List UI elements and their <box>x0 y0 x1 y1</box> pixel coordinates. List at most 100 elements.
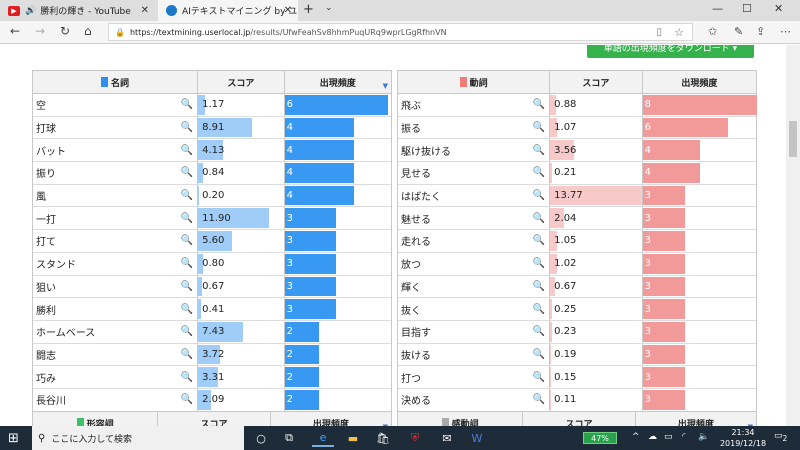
scrollbar-thumb[interactable] <box>789 121 797 157</box>
magnifier-icon[interactable]: 🔍 <box>533 304 545 315</box>
back-icon[interactable]: ← <box>10 24 20 38</box>
magnifier-icon[interactable]: 🔍 <box>181 304 193 315</box>
magnifier-icon[interactable]: 🔍 <box>181 281 193 292</box>
word-cell[interactable]: 目指す 🔍 <box>398 320 551 343</box>
clock[interactable]: 21:34 2019/12/18 <box>718 427 768 449</box>
word-cell[interactable]: 飛ぶ 🔍 <box>398 94 551 116</box>
magnifier-icon[interactable]: 🔍 <box>533 235 545 246</box>
battery-indicator[interactable]: 47% <box>583 432 617 444</box>
magnifier-icon[interactable]: 🔍 <box>533 145 545 156</box>
magnifier-icon[interactable]: 🔍 <box>181 122 193 133</box>
favorite-star-icon[interactable]: ☆ <box>674 26 684 39</box>
mail-icon[interactable]: ✉ <box>436 429 458 447</box>
word-cell[interactable]: 放つ 🔍 <box>398 252 551 275</box>
magnifier-icon[interactable]: 🔍 <box>533 326 545 337</box>
word-cell[interactable]: 打つ 🔍 <box>398 366 551 388</box>
tray-chevron-icon[interactable]: ^ <box>632 432 640 442</box>
magnifier-icon[interactable]: 🔍 <box>533 349 545 360</box>
reading-view-icon[interactable]: ▯ <box>656 27 662 38</box>
magnifier-icon[interactable]: 🔍 <box>533 394 545 405</box>
word-cell[interactable]: 長谷川 🔍 <box>33 388 199 411</box>
network-icon[interactable]: ▭ <box>664 432 673 442</box>
magnifier-icon[interactable]: 🔍 <box>533 258 545 269</box>
score-header[interactable]: スコア <box>198 71 285 93</box>
magnifier-icon[interactable]: 🔍 <box>181 372 193 383</box>
word-cell[interactable]: 風 🔍 <box>33 184 199 207</box>
edge-browser-icon[interactable]: e <box>312 429 334 447</box>
close-window-icon[interactable]: ✕ <box>774 2 783 15</box>
security-shield-icon[interactable]: ⛨ <box>404 429 426 447</box>
magnifier-icon[interactable]: 🔍 <box>181 326 193 337</box>
word-cell[interactable]: 輝く 🔍 <box>398 275 551 298</box>
more-icon[interactable]: ⋯ <box>780 25 791 38</box>
word-cell[interactable]: はばたく 🔍 <box>398 184 551 207</box>
windows-start-icon[interactable]: ⊞ <box>8 431 19 446</box>
magnifier-icon[interactable]: 🔍 <box>181 235 193 246</box>
magnifier-icon[interactable]: 🔍 <box>533 213 545 224</box>
freq-header[interactable]: 出現頻度▼ <box>285 71 391 93</box>
task-view-icon[interactable]: ⧉ <box>278 429 300 447</box>
new-tab-button[interactable]: + <box>303 2 314 17</box>
notification-icon[interactable]: ▭2 <box>774 431 787 443</box>
word-cell[interactable]: 闘志 🔍 <box>33 343 199 366</box>
word-cell[interactable]: 一打 🔍 <box>33 207 199 230</box>
magnifier-icon[interactable]: 🔍 <box>533 99 545 110</box>
magnifier-icon[interactable]: 🔍 <box>533 122 545 133</box>
magnifier-icon[interactable]: 🔍 <box>181 349 193 360</box>
magnifier-icon[interactable]: 🔍 <box>181 258 193 269</box>
notes-icon[interactable]: ✎ <box>734 25 743 38</box>
score-header[interactable]: スコア <box>158 412 271 426</box>
word-cell[interactable]: スタンド 🔍 <box>33 252 199 275</box>
word-cell[interactable]: 走れる 🔍 <box>398 230 551 252</box>
word-cell[interactable]: 巧み 🔍 <box>33 366 199 388</box>
refresh-icon[interactable]: ↻ <box>60 24 70 38</box>
cloud-icon[interactable]: ☁ <box>648 432 657 442</box>
tab-youtube[interactable]: ▶ 🔊 勝利の輝き - YouTube ✕ <box>0 0 155 21</box>
home-icon[interactable]: ⌂ <box>84 24 92 38</box>
word-cell[interactable]: 狙い 🔍 <box>33 275 199 298</box>
word-cell[interactable]: 勝利 🔍 <box>33 298 199 320</box>
word-cell[interactable]: 振る 🔍 <box>398 116 551 139</box>
word-cell[interactable]: ホームベース 🔍 <box>33 320 199 343</box>
magnifier-icon[interactable]: 🔍 <box>533 372 545 383</box>
volume-icon[interactable]: 🔈 <box>698 432 709 442</box>
file-explorer-icon[interactable]: ▬ <box>342 429 364 447</box>
share-icon[interactable]: ⇪ <box>756 25 765 38</box>
magnifier-icon[interactable]: 🔍 <box>181 145 193 156</box>
word-cell[interactable]: 抜く 🔍 <box>398 298 551 320</box>
word-cell[interactable]: 見せる 🔍 <box>398 162 551 184</box>
word-cell[interactable]: 抜ける 🔍 <box>398 343 551 366</box>
word-cell[interactable]: バット 🔍 <box>33 139 199 162</box>
wifi-icon[interactable]: ◜ <box>682 432 686 442</box>
taskbar-search[interactable]: ⚲ ここに入力して検索 <box>32 426 244 450</box>
store-icon[interactable]: 🛍 <box>372 429 394 447</box>
word-cell[interactable]: 魅せる 🔍 <box>398 207 551 230</box>
magnifier-icon[interactable]: 🔍 <box>533 281 545 292</box>
magnifier-icon[interactable]: 🔍 <box>181 167 193 178</box>
download-button[interactable]: 単語の出現頻度をダウンロード ▾ <box>587 45 754 58</box>
magnifier-icon[interactable]: 🔍 <box>181 394 193 405</box>
magnifier-icon[interactable]: 🔍 <box>533 167 545 178</box>
close-tab-icon[interactable]: ✕ <box>141 5 149 16</box>
word-cell[interactable]: 打球 🔍 <box>33 116 199 139</box>
freq-header[interactable]: 出現頻度▼ <box>636 412 756 427</box>
freq-header[interactable]: 出現頻度 <box>643 71 756 93</box>
speaker-icon[interactable]: 🔊 <box>25 6 36 16</box>
word-cell[interactable]: 決める 🔍 <box>398 388 551 411</box>
favorites-icon[interactable]: ✩ <box>708 25 717 38</box>
freq-header[interactable]: 出現頻度▼ <box>271 412 391 427</box>
tab-textmining[interactable]: AIテキストマイニング by ユ ✕ <box>158 0 298 21</box>
forward-icon[interactable]: → <box>35 24 45 38</box>
word-cell[interactable]: 空 🔍 <box>33 94 199 116</box>
magnifier-icon[interactable]: 🔍 <box>181 190 193 201</box>
page-scrollbar[interactable] <box>786 45 800 426</box>
cortana-icon[interactable]: ○ <box>250 429 272 447</box>
url-field[interactable]: 🔒 https://textmining.userlocal.jp/result… <box>108 23 693 41</box>
word-icon[interactable]: W <box>466 429 488 447</box>
minimize-icon[interactable]: — <box>712 2 723 15</box>
score-header[interactable]: スコア <box>550 71 643 93</box>
maximize-icon[interactable]: ☐ <box>742 2 752 15</box>
word-cell[interactable]: 振り 🔍 <box>33 162 199 184</box>
magnifier-icon[interactable]: 🔍 <box>181 99 193 110</box>
magnifier-icon[interactable]: 🔍 <box>181 213 193 224</box>
